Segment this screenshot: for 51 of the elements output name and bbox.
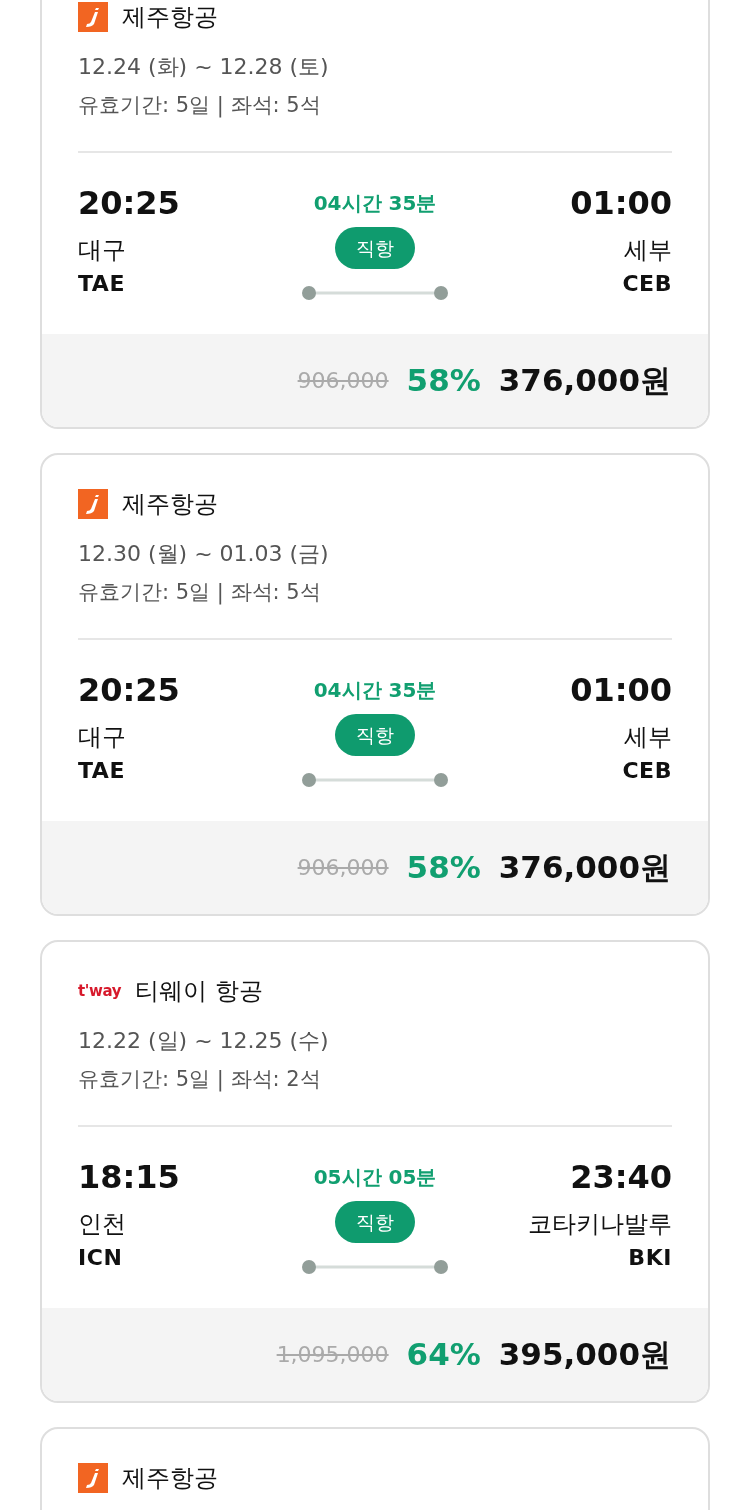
flight-time: 20:25 bbox=[78, 670, 180, 710]
city-name: 대구 bbox=[78, 722, 126, 752]
flight-time: 01:00 bbox=[570, 183, 672, 223]
discount-rate: 64% bbox=[406, 1335, 481, 1375]
airport-code: BKI bbox=[628, 1244, 672, 1272]
flight-card[interactable]: 제주항공 12.24 (화) ~ 12.28 (토) 유효기간: 5일 | 좌석: 5석 20:25 대구 TAE 04시간 35분 직항 01:00 세부 CEB 906,000 58% 376,000원 bbox=[40, 0, 710, 429]
airline-name: 티웨이 항공 bbox=[135, 976, 263, 1006]
city-name: 세부 bbox=[624, 235, 672, 265]
travel-dates: 12.22 (일) ~ 12.25 (수) bbox=[78, 1027, 330, 1055]
airline-logo-icon bbox=[78, 2, 108, 32]
validity-seats: 유효기간: 5일 | 좌석: 5석 bbox=[78, 577, 672, 607]
flight-time: 20:25 bbox=[78, 183, 180, 223]
original-price: 906,000 bbox=[297, 367, 389, 395]
flight-card[interactable]: 제주항공 bbox=[40, 1427, 710, 1510]
flight-duration: 05시간 05분 bbox=[313, 1164, 437, 1191]
flight-card[interactable]: 제주항공 12.30 (월) ~ 01.03 (금) 유효기간: 5일 | 좌석: 5석 20:25 대구 TAE 04시간 35분 직항 01:00 세부 CEB 906,000 58% 376,000원 bbox=[40, 453, 710, 916]
flight-time: 23:40 bbox=[570, 1157, 672, 1197]
sale-price: 376,000원 bbox=[498, 848, 671, 888]
sale-price: 395,000원 bbox=[498, 1335, 671, 1375]
direct-flight-badge: 직항 bbox=[335, 1201, 415, 1243]
travel-dates: 12.24 (화) ~ 12.28 (토) bbox=[78, 53, 330, 81]
original-price: 906,000 bbox=[297, 854, 389, 882]
city-name: 대구 bbox=[78, 235, 126, 265]
discount-rate: 58% bbox=[406, 361, 481, 401]
city-name: 인천 bbox=[78, 1209, 126, 1239]
airport-code: TAE bbox=[78, 757, 125, 785]
travel-dates: 12.30 (월) ~ 01.03 (금) bbox=[78, 540, 330, 568]
airline-logo-icon bbox=[78, 1463, 108, 1493]
flight-time: 18:15 bbox=[78, 1157, 180, 1197]
original-price: 1,095,000 bbox=[276, 1341, 389, 1369]
airport-code: CEB bbox=[622, 270, 672, 298]
city-name: 세부 bbox=[624, 722, 672, 752]
sale-price: 376,000원 bbox=[498, 361, 671, 401]
flight-time: 01:00 bbox=[570, 670, 672, 710]
discount-rate: 58% bbox=[406, 848, 481, 888]
validity-seats: 유효기간: 5일 | 좌석: 2석 bbox=[78, 1064, 672, 1094]
direct-flight-badge: 직항 bbox=[335, 227, 415, 269]
direct-flight-badge: 직항 bbox=[335, 714, 415, 756]
airline-logo: t'way bbox=[78, 983, 122, 999]
flight-card[interactable]: t'way 티웨이 항공 12.22 (일) ~ 12.25 (수) 유효기간: 5일 | 좌석: 2석 18:15 인천 ICN 05시간 05분 직항 23:40 코타키나발루 BKI 1,095,000 64% 395,000원 bbox=[40, 940, 710, 1403]
validity-seats: 유효기간: 5일 | 좌석: 5석 bbox=[78, 90, 672, 120]
airline-name: 제주항공 bbox=[122, 1463, 218, 1493]
airport-code: ICN bbox=[78, 1244, 123, 1272]
city-name: 코타키나발루 bbox=[528, 1209, 672, 1239]
airline-logo-icon bbox=[78, 489, 108, 519]
flight-duration: 04시간 35분 bbox=[313, 677, 437, 704]
airline-name: 제주항공 bbox=[122, 2, 218, 32]
airport-code: CEB bbox=[622, 757, 672, 785]
flight-duration: 04시간 35분 bbox=[313, 190, 437, 217]
airline-name: 제주항공 bbox=[122, 489, 218, 519]
airport-code: TAE bbox=[78, 270, 125, 298]
